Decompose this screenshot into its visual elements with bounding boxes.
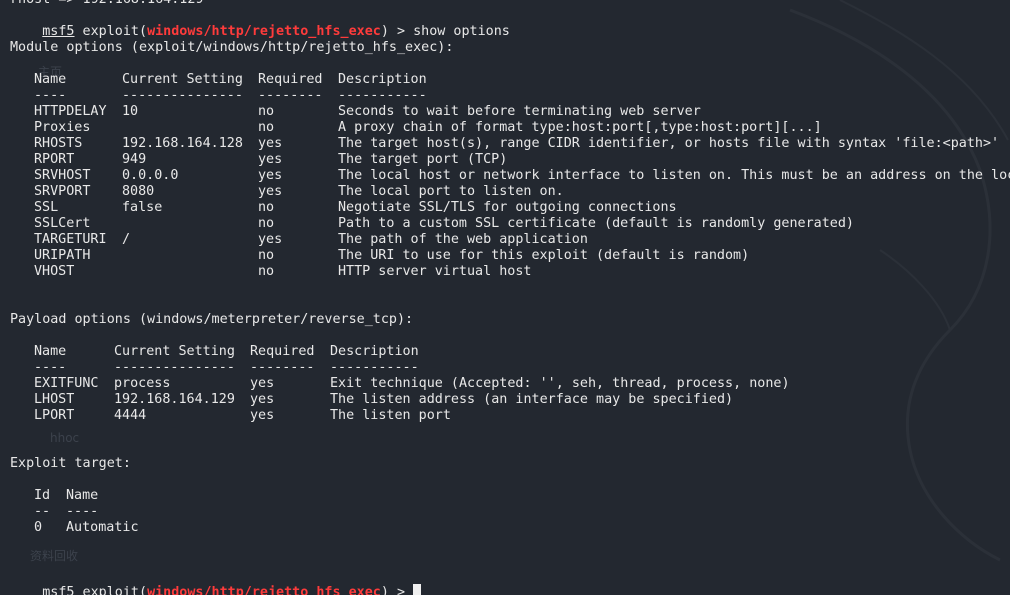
table-cell-required: no (258, 264, 275, 279)
module-options-heading: Module options (exploit/windows/http/rej… (10, 40, 454, 55)
column-underline: ----------- (338, 88, 427, 103)
column-header: Name (34, 344, 67, 359)
table-cell-description: Path to a custom SSL certificate (defaul… (338, 216, 854, 231)
prompt-name: msf5 (42, 585, 75, 595)
table-cell-description: The local host or network interface to l… (338, 168, 1010, 183)
table-cell-required: yes (258, 136, 283, 151)
table-cell-description: HTTP server virtual host (338, 264, 532, 279)
column-header: Name (34, 72, 67, 87)
table-cell-value: 949 (122, 152, 147, 167)
table-cell-name: Automatic (66, 520, 139, 535)
watermark-text: 资料回收 (30, 549, 79, 563)
prompt-module: windows/http/rejetto_hfs_exec (147, 585, 381, 595)
terminal-window[interactable]: 主页 hhoc 资料回收 rhost => 192.168.164.129 ms… (0, 0, 1010, 595)
column-header: Name (66, 488, 99, 503)
table-cell-name: HTTPDELAY (34, 104, 107, 119)
prompt-context-suffix: ) > (380, 24, 414, 39)
table-cell-name: LPORT (34, 408, 75, 423)
table-cell-name: SRVPORT (34, 184, 91, 199)
column-underline: ---- (66, 504, 99, 519)
table-cell-value: 0.0.0.0 (122, 168, 179, 183)
table-cell-value: 10 (122, 104, 139, 119)
table-cell-required: yes (258, 168, 283, 183)
text-cursor (413, 584, 422, 595)
column-underline: -------- (250, 360, 315, 375)
payload-options-heading: Payload options (windows/meterpreter/rev… (10, 312, 414, 327)
prompt-context-prefix: exploit( (74, 24, 148, 39)
table-cell-required: no (258, 248, 275, 263)
command-text: show options (413, 24, 510, 39)
table-cell-name: VHOST (34, 264, 75, 279)
table-cell-description: Seconds to wait before terminating web s… (338, 104, 701, 119)
table-cell-value: 192.168.164.128 (122, 136, 243, 151)
table-cell-description: The path of the web application (338, 232, 588, 247)
table-cell-name: RHOSTS (34, 136, 83, 151)
active-prompt-line[interactable]: msf5 exploit(windows/http/rejetto_hfs_ex… (10, 568, 422, 595)
table-cell-name: SRVHOST (34, 168, 91, 183)
table-cell-description: Negotiate SSL/TLS for outgoing connectio… (338, 200, 677, 215)
table-cell-name: TARGETURI (34, 232, 107, 247)
column-header: Current Setting (114, 344, 235, 359)
table-cell-description: The target host(s), range CIDR identifie… (338, 136, 1000, 151)
table-cell-description: The local port to listen on. (338, 184, 564, 199)
table-cell-required: yes (258, 184, 283, 199)
kali-dragon-watermark-icon (789, 0, 1009, 562)
column-header: Current Setting (122, 72, 243, 87)
table-cell-required: yes (250, 392, 275, 407)
column-underline: ---- (34, 88, 67, 103)
table-cell-value: 4444 (114, 408, 147, 423)
table-cell-required: yes (258, 152, 283, 167)
column-underline: ----------- (330, 360, 419, 375)
column-header: Required (250, 344, 315, 359)
table-cell-name: SSLCert (34, 216, 91, 231)
column-underline: --------------- (122, 88, 243, 103)
table-cell-required: no (258, 216, 275, 231)
table-cell-value: false (122, 200, 163, 215)
table-cell-required: no (258, 200, 275, 215)
table-cell-name: SSL (34, 200, 59, 215)
table-cell-id: 0 (34, 520, 43, 535)
column-underline: -- (34, 504, 51, 519)
table-cell-description: Exit technique (Accepted: '', seh, threa… (330, 376, 790, 391)
column-header: Id (34, 488, 51, 503)
prompt-context-suffix: ) > (380, 585, 414, 595)
prompt-module: windows/http/rejetto_hfs_exec (147, 24, 381, 39)
column-underline: -------- (258, 88, 323, 103)
table-cell-required: yes (258, 232, 283, 247)
exploit-target-heading: Exploit target: (10, 456, 131, 471)
table-cell-description: The listen address (an interface may be … (330, 392, 734, 407)
table-cell-required: no (258, 120, 275, 135)
table-cell-value: process (114, 376, 171, 391)
table-cell-required: yes (250, 376, 275, 391)
table-cell-required: no (258, 104, 275, 119)
watermark-text: hhoc (50, 431, 80, 445)
column-header: Description (330, 344, 419, 359)
table-cell-name: URIPATH (34, 248, 91, 263)
table-cell-name: LHOST (34, 392, 75, 407)
table-cell-required: yes (250, 408, 275, 423)
table-cell-name: RPORT (34, 152, 75, 167)
table-cell-name: EXITFUNC (34, 376, 99, 391)
table-cell-description: A proxy chain of format type:host:port[,… (338, 120, 822, 135)
table-cell-value: 8080 (122, 184, 155, 199)
prompt-context-prefix: exploit( (74, 585, 148, 595)
table-cell-description: The listen port (330, 408, 451, 423)
output-line: rhost => 192.168.164.129 (10, 0, 203, 8)
column-header: Required (258, 72, 323, 87)
table-cell-value: / (122, 232, 131, 247)
prompt-name: msf5 (42, 24, 75, 39)
column-underline: ---- (34, 360, 67, 375)
table-cell-description: The URI to use for this exploit (default… (338, 248, 750, 263)
column-underline: --------------- (114, 360, 235, 375)
table-cell-description: The target port (TCP) (338, 152, 508, 167)
column-header: Description (338, 72, 427, 87)
table-cell-name: Proxies (34, 120, 91, 135)
table-cell-value: 192.168.164.129 (114, 392, 235, 407)
